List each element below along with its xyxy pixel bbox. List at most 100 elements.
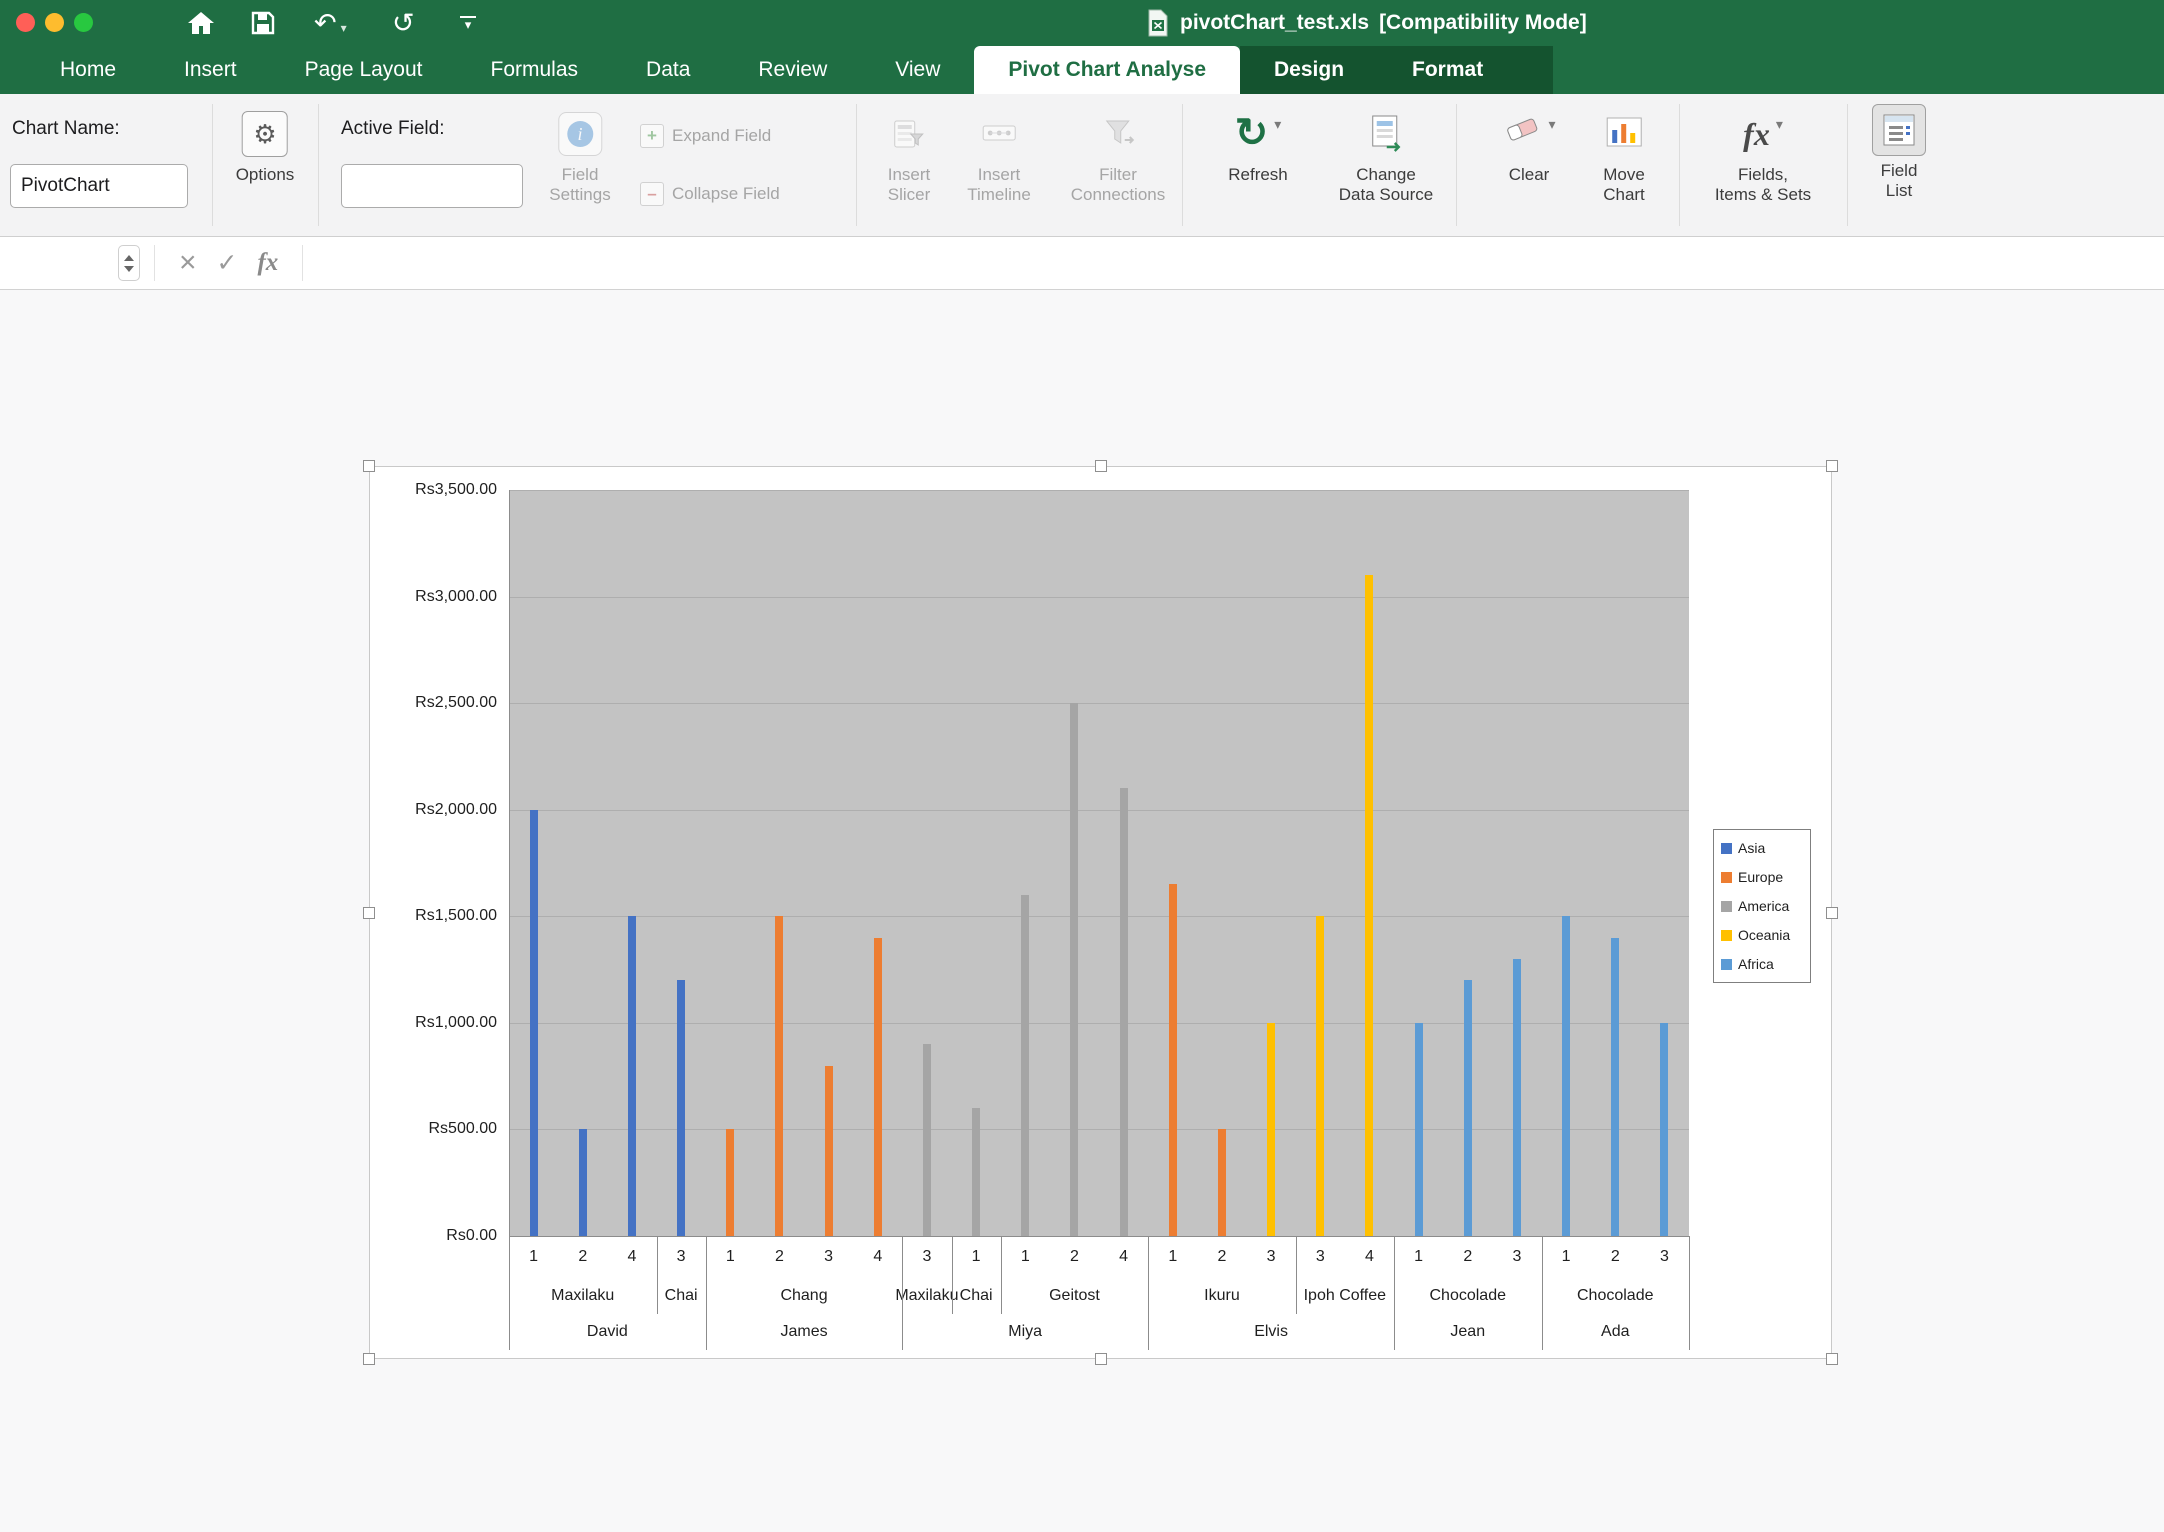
chart-bar-europe[interactable] [775, 916, 783, 1236]
selection-handle-se[interactable] [1826, 1353, 1838, 1365]
x-axis-person-label: James [706, 1314, 903, 1350]
undo-button[interactable]: ↶▾ [314, 0, 347, 46]
x-axis-person-label: Jean [1394, 1314, 1542, 1350]
chart-bar-europe[interactable] [726, 1129, 734, 1236]
legend-label: Asia [1738, 840, 1765, 856]
change-data-source-button[interactable]: Change Data Source [1339, 108, 1434, 205]
legend-entry[interactable]: Asia [1721, 840, 1810, 856]
chart-bar-africa[interactable] [1415, 1023, 1423, 1236]
formula-bar-divider [154, 245, 155, 281]
name-box-stepper[interactable] [118, 245, 140, 281]
tab-formulas[interactable]: Formulas [457, 46, 613, 94]
legend-entry[interactable]: America [1721, 898, 1810, 914]
chart-bar-africa[interactable] [1660, 1023, 1668, 1236]
chart-bar-asia[interactable] [628, 916, 636, 1236]
redo-button[interactable]: ↺ [392, 0, 415, 46]
fields-items-sets-dropdown-caret[interactable]: ▾ [1776, 116, 1783, 133]
options-button[interactable]: ⚙ Options [236, 108, 295, 185]
chart-bar-africa[interactable] [1464, 980, 1472, 1236]
chart-bar-asia[interactable] [677, 980, 685, 1236]
chart-bar-africa[interactable] [1562, 916, 1570, 1236]
close-button[interactable] [16, 13, 35, 32]
chart-bar-europe[interactable] [1218, 1129, 1226, 1236]
x-axis-item-label: 1 [1148, 1236, 1197, 1277]
window-title-mode: [Compatibility Mode] [1379, 11, 1587, 35]
save-button[interactable] [250, 0, 276, 46]
tab-data[interactable]: Data [612, 46, 724, 94]
chart-bar-america[interactable] [923, 1044, 931, 1236]
enter-button[interactable]: ✓ [217, 248, 238, 278]
field-list-icon [1872, 104, 1926, 156]
home-button[interactable] [186, 0, 216, 46]
legend-entry[interactable]: Africa [1721, 956, 1810, 972]
chart-bar-america[interactable] [972, 1108, 980, 1236]
active-field-input[interactable] [341, 164, 523, 208]
undo-dropdown-caret[interactable]: ▾ [341, 21, 347, 35]
chart-legend[interactable]: Asia Europe America Oceania Africa [1713, 829, 1811, 983]
chart-bar-europe[interactable] [874, 938, 882, 1236]
chart-bar-oceania[interactable] [1316, 916, 1324, 1236]
selection-handle-w[interactable] [363, 907, 375, 919]
chart-bar-europe[interactable] [1169, 884, 1177, 1236]
selection-handle-ne[interactable] [1826, 460, 1838, 472]
tab-pivot-chart-analyse[interactable]: Pivot Chart Analyse [974, 46, 1240, 94]
clear-button[interactable]: ▾ Clear [1502, 108, 1555, 185]
minimize-button[interactable] [45, 13, 64, 32]
pivot-chart[interactable]: AsiaEuropeAmericaOceaniaAfrica Rs3,500.0… [369, 466, 1832, 1359]
tab-insert[interactable]: Insert [150, 46, 271, 94]
selection-handle-s[interactable] [1095, 1353, 1107, 1365]
insert-slicer-button[interactable]: Insert Slicer [888, 108, 931, 205]
x-axis-item-label: 3 [804, 1236, 853, 1277]
chart-bar-oceania[interactable] [1365, 575, 1373, 1236]
y-axis-tick-label: Rs0.00 [370, 1226, 497, 1246]
chart-bar-america[interactable] [1021, 895, 1029, 1236]
zoom-button[interactable] [74, 13, 93, 32]
selection-handle-n[interactable] [1095, 460, 1107, 472]
field-settings-button[interactable]: i Field Settings [549, 108, 610, 205]
chart-bar-asia[interactable] [579, 1129, 587, 1236]
fields-items-sets-button[interactable]: fx ▾ Fields, Items & Sets [1715, 108, 1811, 205]
stepper-down-icon[interactable] [124, 266, 134, 272]
tab-review[interactable]: Review [724, 46, 861, 94]
selection-handle-e[interactable] [1826, 907, 1838, 919]
filter-connections-button[interactable]: Filter Connections [1071, 108, 1166, 205]
insert-timeline-button[interactable]: Insert Timeline [967, 108, 1031, 205]
legend-entry[interactable]: Oceania [1721, 927, 1810, 943]
legend-label: Africa [1738, 956, 1774, 972]
toolbar-menu-button[interactable]: ▾ [460, 0, 476, 46]
document-icon [1146, 9, 1170, 37]
worksheet-canvas[interactable]: AsiaEuropeAmericaOceaniaAfrica Rs3,500.0… [0, 290, 2164, 1532]
chart-bar-africa[interactable] [1513, 959, 1521, 1236]
tab-design[interactable]: Design [1240, 46, 1378, 94]
refresh-button[interactable]: ↻ ▾ Refresh [1228, 108, 1288, 185]
tab-view[interactable]: View [861, 46, 974, 94]
group-divider [212, 104, 213, 226]
legend-entry[interactable]: Europe [1721, 869, 1810, 885]
fx-icon: fx [1743, 112, 1770, 156]
selection-handle-sw[interactable] [363, 1353, 375, 1365]
chart-bar-asia[interactable] [530, 810, 538, 1236]
move-chart-button[interactable]: Move Chart [1603, 108, 1645, 205]
x-axis-item-label: 2 [1591, 1236, 1640, 1277]
chart-bar-america[interactable] [1120, 788, 1128, 1236]
tab-page-layout[interactable]: Page Layout [271, 46, 457, 94]
chart-bar-africa[interactable] [1611, 938, 1619, 1236]
chart-name-input[interactable] [10, 164, 188, 208]
chart-bar-europe[interactable] [825, 1066, 833, 1237]
tab-home[interactable]: Home [26, 46, 150, 94]
chart-bar-oceania[interactable] [1267, 1023, 1275, 1236]
selection-handle-nw[interactable] [363, 460, 375, 472]
insert-function-button[interactable]: fx [257, 249, 278, 277]
chart-bar-america[interactable] [1070, 703, 1078, 1236]
refresh-dropdown-caret[interactable]: ▾ [1274, 116, 1281, 133]
name-box[interactable] [0, 237, 118, 289]
formula-input[interactable] [317, 237, 2164, 289]
legend-label: America [1738, 898, 1789, 914]
field-list-button[interactable]: Field List [1872, 104, 1926, 201]
collapse-field-button[interactable]: – Collapse Field [640, 182, 780, 206]
cancel-button[interactable]: × [179, 248, 197, 278]
clear-dropdown-caret[interactable]: ▾ [1548, 116, 1555, 133]
expand-field-button[interactable]: + Expand Field [640, 124, 771, 148]
stepper-up-icon[interactable] [124, 255, 134, 261]
tab-format[interactable]: Format [1378, 46, 1517, 94]
